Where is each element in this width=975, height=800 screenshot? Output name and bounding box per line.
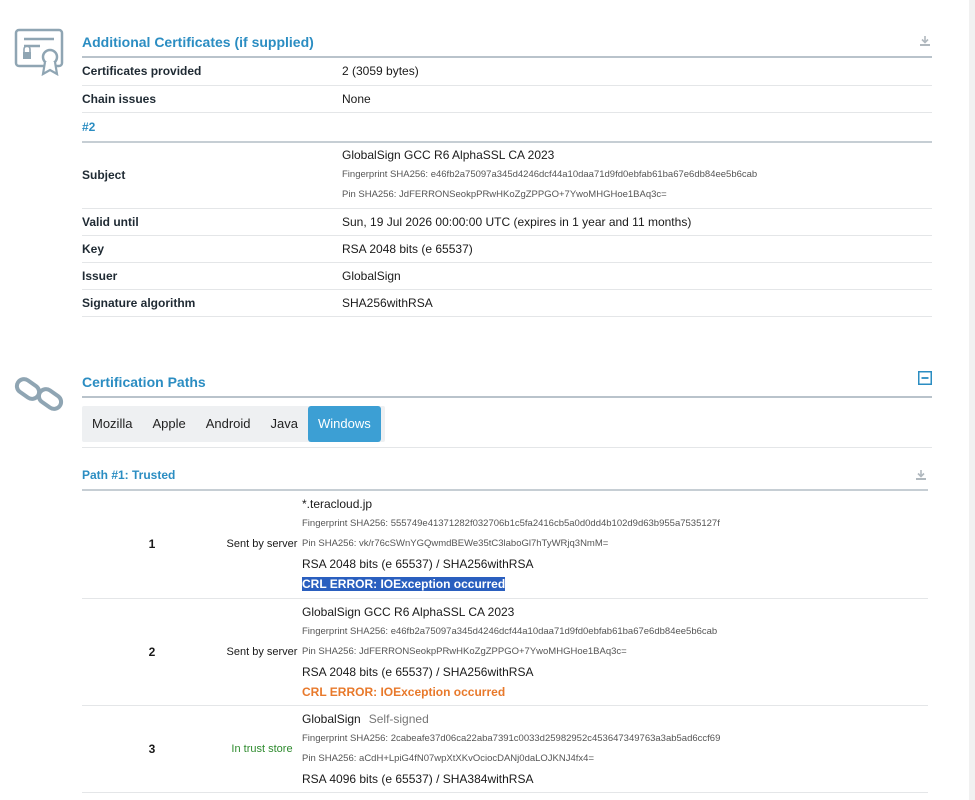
section-header: Certification Paths — [82, 370, 932, 398]
table-row: Issuer GlobalSign — [82, 262, 932, 290]
path-index: 2 — [82, 598, 222, 706]
row-label: Signature algorithm — [82, 289, 342, 317]
download-icon[interactable] — [918, 34, 932, 53]
table-row: 2 Sent by server GlobalSign GCC R6 Alpha… — [82, 598, 928, 706]
row-label: Valid until — [82, 208, 342, 236]
row-label: Subject — [82, 142, 342, 209]
table-row: 1 Sent by server *.teracloud.jp Fingerpr… — [82, 491, 928, 599]
cert-pin: Pin SHA256: aCdH+LpiG4fN07wpXtXKvOciocDA… — [302, 752, 595, 764]
cert-key: RSA 2048 bits (e 65537) / SHA256withRSA — [302, 664, 534, 679]
table-row: Subject GlobalSign GCC R6 AlphaSSL CA 20… — [82, 142, 932, 209]
cert-name: *.teracloud.jp — [302, 497, 373, 512]
download-icon[interactable] — [914, 468, 928, 485]
tab-java[interactable]: Java — [261, 406, 308, 442]
divider — [82, 447, 932, 448]
path-index: 1 — [82, 491, 222, 599]
cert-number-header: #2 — [82, 115, 932, 143]
tab-windows[interactable]: Windows — [308, 406, 381, 442]
cert-info: *.teracloud.jp Fingerprint SHA256: 55574… — [302, 491, 928, 599]
certification-path-table: 1 Sent by server *.teracloud.jp Fingerpr… — [82, 491, 928, 793]
cert-source: Sent by server — [222, 491, 302, 599]
path-title: Path #1: Trusted — [82, 468, 176, 482]
tab-mozilla[interactable]: Mozilla — [82, 406, 142, 442]
tab-android[interactable]: Android — [196, 406, 261, 442]
table-row: Valid until Sun, 19 Jul 2026 00:00:00 UT… — [82, 208, 932, 236]
cert-pin: Pin SHA256: JdFERRONSeokpPRwHKoZgZPPGO+7… — [302, 645, 627, 657]
row-value: 2 (3059 bytes) — [342, 58, 932, 86]
cert-fingerprint: Fingerprint SHA256: 555749e41371282f0327… — [302, 518, 720, 530]
path-header: Path #1: Trusted — [82, 456, 928, 491]
cert-info: GlobalSign GCC R6 AlphaSSL CA 2023 Finge… — [302, 598, 928, 706]
table-row: 3 In trust store GlobalSign Self-signed F… — [82, 705, 928, 793]
table-row: Signature algorithm SHA256withRSA — [82, 289, 932, 317]
subject-fingerprint: Fingerprint SHA256: e46fb2a75097a345d424… — [342, 169, 758, 181]
cert-info: GlobalSign Self-signed Fingerprint SHA256… — [302, 705, 928, 793]
cert-name-line: GlobalSign Self-signed — [302, 709, 928, 729]
subject-name: GlobalSign GCC R6 AlphaSSL CA 2023 — [342, 148, 555, 163]
row-label: Issuer — [82, 262, 342, 290]
trust-store-tabs: Mozilla Apple Android Java Windows — [82, 406, 385, 442]
additional-certificates-section: Additional Certificates (if supplied) Ce… — [82, 30, 932, 317]
section-title: Certification Paths — [82, 374, 206, 390]
certificates-summary-table: Certificates provided 2 (3059 bytes) Cha… — [82, 58, 932, 113]
subject-pin: Pin SHA256: JdFERRONSeokpPRwHKoZgZPPGO+7… — [342, 189, 667, 201]
chain-link-icon — [14, 372, 66, 421]
cert-name: GlobalSign — [302, 711, 361, 726]
row-label: Chain issues — [82, 85, 342, 113]
crl-status: CRL ERROR: IOException occurred — [302, 574, 928, 594]
crl-error: CRL ERROR: IOException occurred — [302, 577, 506, 592]
cert-source: In trust store — [222, 705, 302, 793]
cert-key: RSA 4096 bits (e 65537) / SHA384withRSA — [302, 771, 534, 786]
certificate-detail-table: Subject GlobalSign GCC R6 AlphaSSL CA 20… — [82, 142, 932, 317]
self-signed-label: Self-signed — [368, 711, 429, 726]
collapse-minus-icon[interactable] — [918, 371, 932, 390]
cert-pin: Pin SHA256: vk/r76cSWnYGQwmdBEWe35tC3lab… — [302, 538, 609, 550]
section-header: Additional Certificates (if supplied) — [82, 30, 932, 58]
certificate-icon — [14, 28, 64, 81]
certification-paths-section: Certification Paths Mozilla Apple Androi… — [82, 370, 932, 793]
row-value: None — [342, 85, 932, 113]
path-index: 3 — [82, 705, 222, 793]
row-value: GlobalSign — [342, 262, 932, 290]
row-label: Key — [82, 235, 342, 263]
cert-fingerprint: Fingerprint SHA256: e46fb2a75097a345d424… — [302, 625, 718, 637]
cert-number: #2 — [82, 119, 96, 134]
cert-name: GlobalSign GCC R6 AlphaSSL CA 2023 — [302, 604, 515, 619]
tab-apple[interactable]: Apple — [142, 406, 195, 442]
row-value: Sun, 19 Jul 2026 00:00:00 UTC (expires i… — [342, 208, 932, 236]
row-label: Certificates provided — [82, 58, 342, 86]
cert-source: Sent by server — [222, 598, 302, 706]
row-value: RSA 2048 bits (e 65537) — [342, 235, 932, 263]
cert-key: RSA 2048 bits (e 65537) / SHA256withRSA — [302, 557, 534, 572]
cert-fingerprint: Fingerprint SHA256: 2cabeafe37d06ca22aba… — [302, 732, 721, 744]
scrollbar[interactable] — [969, 0, 975, 800]
crl-error: CRL ERROR: IOException occurred — [302, 684, 506, 699]
table-row: Certificates provided 2 (3059 bytes) — [82, 58, 932, 86]
row-value: SHA256withRSA — [342, 289, 932, 317]
table-row: Key RSA 2048 bits (e 65537) — [82, 235, 932, 263]
section-title: Additional Certificates (if supplied) — [82, 34, 314, 50]
subject-value: GlobalSign GCC R6 AlphaSSL CA 2023 Finge… — [342, 142, 932, 209]
table-row: Chain issues None — [82, 85, 932, 113]
